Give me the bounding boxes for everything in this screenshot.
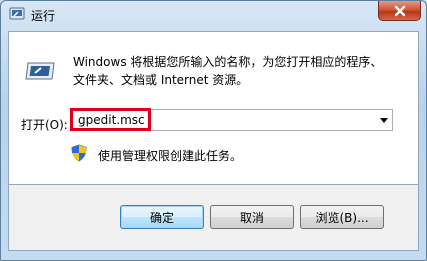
browse-button[interactable]: 浏览(B)... <box>300 205 384 229</box>
run-app-icon <box>9 7 25 20</box>
dialog-content: Windows 将根据您所输入的名称，为您打开相应的程序、 文件夹、文档或 In… <box>8 31 419 185</box>
open-field-label: 打开(O): <box>21 118 68 132</box>
admin-privilege-note: 使用管理权限创建此任务。 <box>98 149 243 163</box>
dropdown-arrow-icon <box>379 117 388 123</box>
red-highlight-box <box>70 108 151 131</box>
cancel-button[interactable]: 取消 <box>210 205 294 229</box>
uac-shield-icon <box>71 144 87 162</box>
run-dialog-icon <box>25 62 55 80</box>
window-title: 运行 <box>31 9 56 23</box>
dropdown-button[interactable] <box>375 110 392 130</box>
run-dialog-window: 运行 Windows 将根据您所输入的名称，为您打开相应的程序、 文件夹、文档或… <box>0 0 427 261</box>
close-icon <box>394 5 405 16</box>
description-line-2: 文件夹、文档或 Internet 资源。 <box>73 73 249 87</box>
button-bar: 确定 取消 浏览(B)... <box>8 185 419 251</box>
description-text: Windows 将根据您所输入的名称，为您打开相应的程序、 文件夹、文档或 In… <box>73 53 403 89</box>
ok-button[interactable]: 确定 <box>120 205 204 229</box>
close-button[interactable] <box>378 1 421 21</box>
title-bar[interactable]: 运行 <box>1 1 426 31</box>
description-line-1: Windows 将根据您所输入的名称，为您打开相应的程序、 <box>73 55 383 69</box>
